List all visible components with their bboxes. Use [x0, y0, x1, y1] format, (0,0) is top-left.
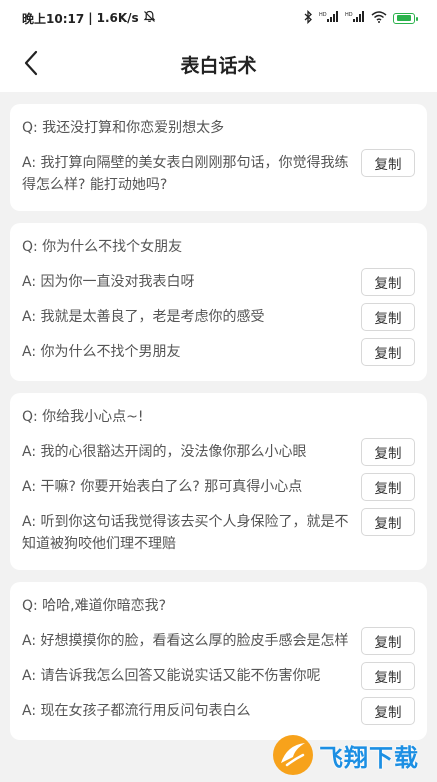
watermark: 飞翔下载 — [271, 730, 431, 780]
status-speed: 1.6K/s — [96, 11, 139, 25]
question-text: Q: 哈哈,难道你暗恋我? — [22, 598, 167, 614]
answer-text: A: 我的心很豁达开阔的，没法像你那么小心眼 — [22, 444, 307, 460]
answer-text: A: 因为你一直没对我表白呀 — [22, 274, 195, 290]
copy-button[interactable]: 复制 — [361, 662, 415, 690]
question-text: Q: 你为什么不找个女朋友 — [22, 239, 183, 255]
page-title: 表白话术 — [180, 54, 257, 77]
bluetooth-icon — [304, 9, 313, 27]
answer-text: A: 听到你这句话我觉得该去买个人身保险了，就是不知道被狗咬他们理不理赔 — [22, 514, 349, 552]
answer-row: A: 现在女孩子都流行用反问句表白么 复制 — [22, 697, 415, 732]
question-text: Q: 你给我小心点~! — [22, 409, 144, 425]
answer-row: A: 干嘛? 你要开始表白了么? 那可真得小心点 复制 — [22, 473, 415, 508]
svg-text:HD: HD — [345, 12, 353, 18]
signal-icon-1: HD — [319, 10, 339, 26]
qa-card: Q: 哈哈,难道你暗恋我? A: 好想摸摸你的脸，看看这么厚的脸皮手感会是怎样 … — [10, 582, 427, 740]
answer-text: A: 好想摸摸你的脸，看看这么厚的脸皮手感会是怎样 — [22, 633, 349, 649]
status-time: 晚上10:17 — [22, 11, 85, 26]
nav-bar: 表白话术 — [0, 36, 437, 92]
mute-icon — [143, 10, 156, 26]
signal-icon-2: HD — [345, 10, 365, 26]
status-separator: | — [88, 11, 93, 25]
answer-text: A: 现在女孩子都流行用反问句表白么 — [22, 703, 251, 719]
wifi-icon — [371, 10, 387, 26]
question-text: Q: 我还没打算和你恋爱别想太多 — [22, 120, 225, 136]
qa-card: Q: 你为什么不找个女朋友 A: 因为你一直没对我表白呀 复制 A: 我就是太善… — [10, 223, 427, 381]
answer-text: A: 你为什么不找个男朋友 — [22, 344, 181, 360]
copy-button[interactable]: 复制 — [361, 697, 415, 725]
copy-button[interactable]: 复制 — [361, 338, 415, 366]
status-left: 晚上10:17 | 1.6K/s — [22, 10, 156, 27]
answer-text: A: 请告诉我怎么回答又能说实话又能不伤害你呢 — [22, 668, 321, 684]
copy-button[interactable]: 复制 — [361, 508, 415, 536]
copy-button[interactable]: 复制 — [361, 627, 415, 655]
copy-button[interactable]: 复制 — [361, 438, 415, 466]
answer-row: A: 你为什么不找个男朋友 复制 — [22, 338, 415, 373]
copy-button[interactable]: 复制 — [361, 268, 415, 296]
watermark-text: 飞翔下载 — [319, 743, 419, 772]
status-bar: 晚上10:17 | 1.6K/s HD HD — [0, 0, 437, 36]
watermark-logo-icon — [273, 735, 313, 775]
answer-row: A: 因为你一直没对我表白呀 复制 — [22, 268, 415, 303]
qa-list: Q: 我还没打算和你恋爱别想太多 A: 我打算向隔壁的美女表白刚刚那句话，你觉得… — [0, 92, 437, 740]
answer-text: A: 我就是太善良了，老是考虑你的感受 — [22, 309, 265, 325]
answer-row: A: 我的心很豁达开阔的，没法像你那么小心眼 复制 — [22, 438, 415, 473]
answer-row: A: 我打算向隔壁的美女表白刚刚那句话，你觉得我练得怎么样? 能打动她吗? 复制 — [22, 149, 415, 203]
answer-row: A: 我就是太善良了，老是考虑你的感受 复制 — [22, 303, 415, 338]
copy-button[interactable]: 复制 — [361, 473, 415, 501]
copy-button[interactable]: 复制 — [361, 149, 415, 177]
qa-card: Q: 我还没打算和你恋爱别想太多 A: 我打算向隔壁的美女表白刚刚那句话，你觉得… — [10, 104, 427, 211]
qa-card: Q: 你给我小心点~! A: 我的心很豁达开阔的，没法像你那么小心眼 复制 A:… — [10, 393, 427, 570]
battery-icon — [393, 12, 418, 24]
svg-text:HD: HD — [319, 12, 327, 18]
copy-button[interactable]: 复制 — [361, 303, 415, 331]
answer-text: A: 我打算向隔壁的美女表白刚刚那句话，你觉得我练得怎么样? 能打动她吗? — [22, 155, 349, 193]
back-button[interactable] — [16, 48, 46, 78]
status-right: HD HD — [304, 9, 418, 27]
answer-row: A: 听到你这句话我觉得该去买个人身保险了，就是不知道被狗咬他们理不理赔 复制 — [22, 508, 415, 562]
chevron-left-icon — [24, 50, 38, 76]
answer-text: A: 干嘛? 你要开始表白了么? 那可真得小心点 — [22, 479, 303, 495]
answer-row: A: 请告诉我怎么回答又能说实话又能不伤害你呢 复制 — [22, 662, 415, 697]
answer-row: A: 好想摸摸你的脸，看看这么厚的脸皮手感会是怎样 复制 — [22, 627, 415, 662]
